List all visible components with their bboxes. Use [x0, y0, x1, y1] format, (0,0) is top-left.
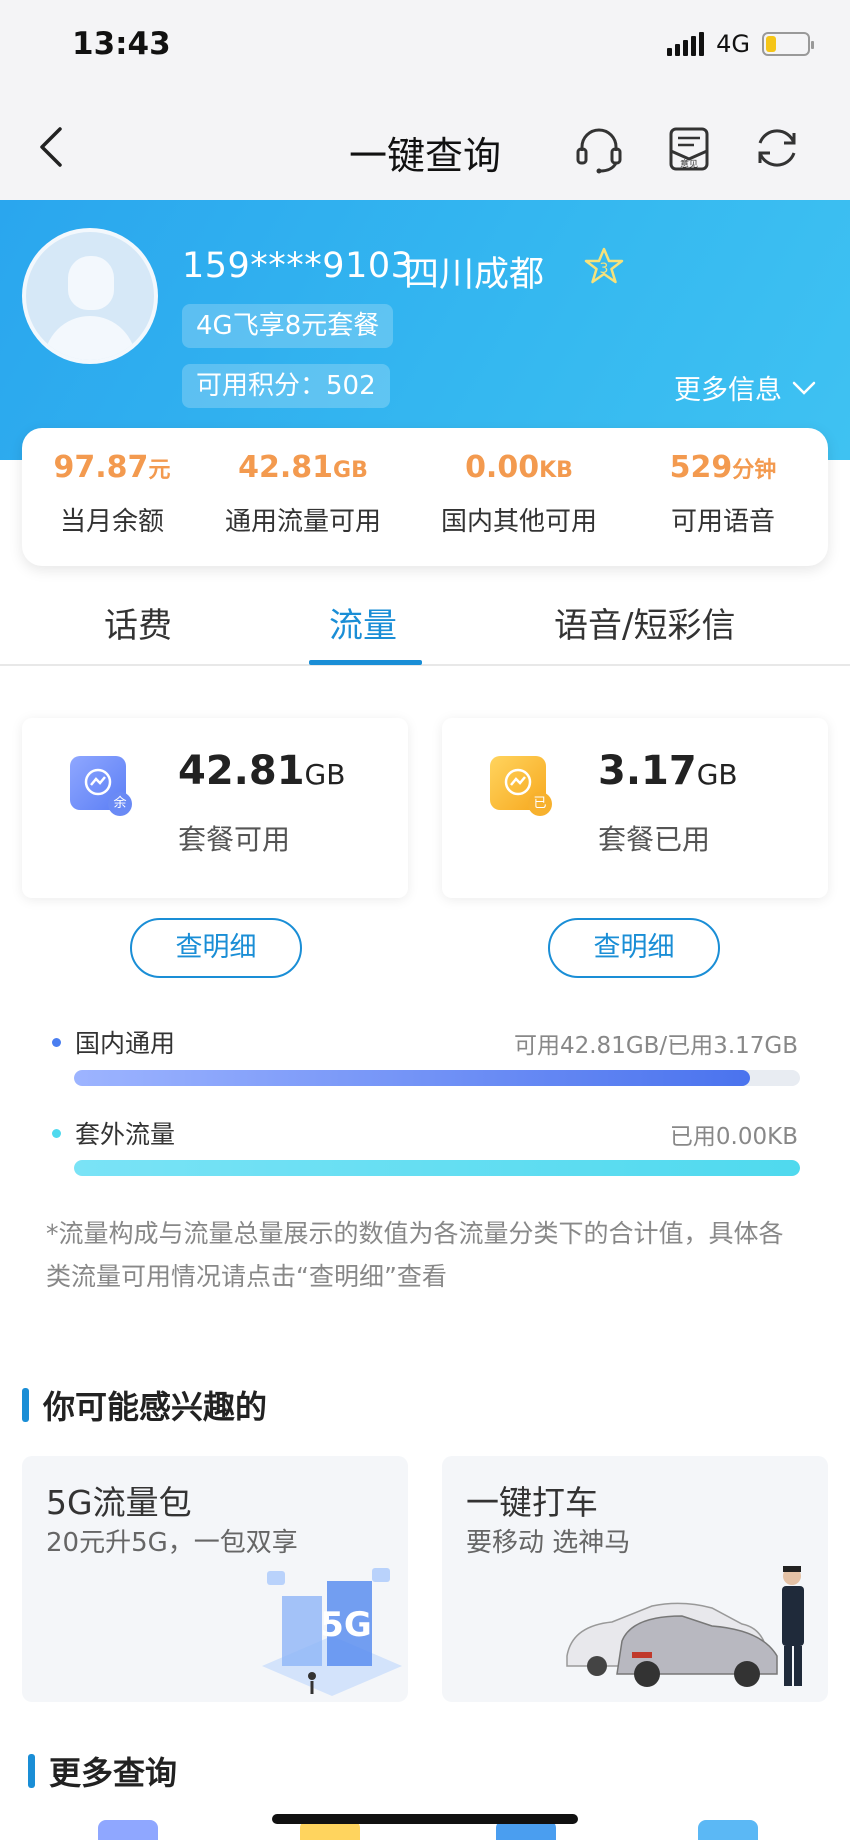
section-title-text: 你可能感兴趣的 [43, 1388, 268, 1426]
usage-unit: GB [696, 758, 738, 791]
stat-general-data[interactable]: 42.81GB 通用流量可用 [208, 450, 398, 538]
progress-fill [74, 1070, 750, 1086]
section-title-text: 更多查询 [49, 1754, 178, 1792]
balance-summary-card: 97.87元 当月余额 42.81GB 通用流量可用 0.00KB 国内其他可用… [22, 428, 828, 566]
stat-unit: KB [539, 458, 573, 483]
city-label: 四川成都 [404, 255, 545, 295]
promo-subtitle: 20元升5G，一包双享 [46, 1528, 298, 1558]
stat-label: 国内其他可用 [440, 507, 597, 537]
data-used-card: 已 3.17GB 套餐已用 [442, 718, 828, 898]
nav-bar: 一键查询 意见 [0, 95, 850, 200]
more-info-label: 更多信息 [674, 375, 782, 406]
headset-icon[interactable] [572, 121, 626, 175]
promo-5g-badge-text: 5G [320, 1605, 372, 1645]
chevron-down-icon [792, 381, 816, 395]
status-indicators: 4G [667, 30, 814, 58]
stat-unit: 元 [148, 458, 171, 483]
row-usage-value: 已用0.00KB [669, 1124, 798, 1150]
overage-data-row: 套外流量 [52, 1115, 175, 1151]
5g-illustration: 5G [262, 1568, 402, 1696]
status-bar: 13:43 4G [0, 0, 850, 95]
data-available-card: 余 42.81GB 套餐可用 [22, 718, 408, 898]
page-title: 一键查询 [348, 134, 501, 178]
usage-value: 42.81 [178, 748, 305, 794]
refresh-icon[interactable] [750, 121, 804, 175]
feedback-icon-text: 意见 [680, 158, 698, 170]
overage-progress-bar [74, 1160, 800, 1176]
battery-icon [762, 32, 814, 56]
status-time: 13:43 [72, 26, 171, 62]
stat-value: 0.00 [465, 450, 540, 485]
more-info-link[interactable]: 更多信息 [674, 368, 816, 407]
data-note: *流量构成与流量总量展示的数值为各流量分类下的合计值，具体各类流量可用情况请点击… [46, 1219, 784, 1291]
profile-header: 159****9103 四川成都 3 4G飞享8元套餐 可用积分：502 更多信… [0, 200, 850, 460]
star-level-icon[interactable]: 3 [584, 246, 624, 286]
usage-label: 套餐已用 [598, 823, 711, 856]
more-queries-section-title: 更多查询 [28, 1748, 177, 1794]
feedback-icon[interactable]: 意见 [662, 121, 716, 175]
query-item-icon[interactable] [98, 1820, 158, 1840]
row-label: 套外流量 [75, 1120, 176, 1149]
section-accent-bar [22, 1388, 29, 1422]
promo-title: 一键打车 [466, 1483, 598, 1522]
promo-5g-pack[interactable]: 5G流量包 20元升5G，一包双享 5G [22, 1456, 408, 1702]
data-used-icon: 已 [490, 756, 552, 816]
detail-button-available[interactable]: 查明细 [130, 918, 302, 978]
series-dot [52, 1037, 61, 1047]
car-illustration [566, 1566, 804, 1687]
tab-fees[interactable]: 话费 [104, 598, 172, 647]
active-tab-indicator [309, 660, 422, 665]
row-label: 国内通用 [75, 1029, 176, 1058]
signal-icon [667, 32, 705, 56]
stat-value: 42.81 [238, 450, 334, 485]
stat-value: 97.87 [53, 450, 149, 485]
row-usage-value: 可用42.81GB/已用3.17GB [513, 1033, 798, 1059]
stat-value: 529 [669, 450, 733, 485]
phone-number: 159****9103 [182, 246, 414, 286]
tab-data[interactable]: 流量 [329, 598, 397, 647]
detail-button-used[interactable]: 查明细 [548, 918, 720, 978]
points-badge[interactable]: 可用积分：502 [182, 364, 390, 408]
stat-balance[interactable]: 97.87元 当月余额 [42, 450, 182, 538]
remaining-badge: 余 [108, 792, 132, 816]
network-type: 4G [716, 30, 750, 58]
usage-unit: GB [304, 758, 346, 791]
domestic-progress-bar [74, 1070, 800, 1086]
progress-fill [74, 1160, 800, 1176]
stat-domestic-other[interactable]: 0.00KB 国内其他可用 [434, 450, 604, 538]
plan-badge: 4G飞享8元套餐 [182, 304, 394, 348]
stat-label: 通用流量可用 [224, 507, 381, 537]
tab-voice-sms[interactable]: 语音/短彩信 [554, 598, 735, 647]
star-level-number: 3 [600, 261, 609, 277]
stat-unit: GB [333, 458, 368, 483]
usage-value: 3.17 [598, 748, 697, 794]
section-accent-bar [28, 1754, 35, 1788]
app-screen: { "status_bar": { "time": "13:43", "netw… [0, 0, 850, 1840]
data-remaining-icon: 余 [70, 756, 132, 816]
promo-title: 5G流量包 [46, 1483, 192, 1522]
avatar[interactable] [22, 228, 158, 364]
domestic-general-row: 国内通用 [52, 1024, 175, 1060]
interests-section-title: 你可能感兴趣的 [22, 1382, 267, 1428]
usage-label: 套餐可用 [178, 823, 291, 856]
home-indicator[interactable] [272, 1814, 578, 1824]
stat-unit: 分钟 [732, 458, 777, 483]
stat-label: 当月余额 [59, 507, 164, 537]
query-item-icon[interactable] [698, 1820, 758, 1840]
stat-voice[interactable]: 529分钟 可用语音 [658, 450, 788, 538]
promo-subtitle: 要移动 选神马 [466, 1528, 631, 1558]
series-dot [52, 1128, 61, 1138]
used-badge: 已 [528, 792, 552, 816]
back-icon[interactable] [32, 123, 72, 171]
promo-ride-hailing[interactable]: 一键打车 要移动 选神马 [442, 1456, 828, 1702]
query-tabs: 话费 流量 语音/短彩信 [0, 580, 850, 666]
stat-label: 可用语音 [670, 507, 775, 537]
